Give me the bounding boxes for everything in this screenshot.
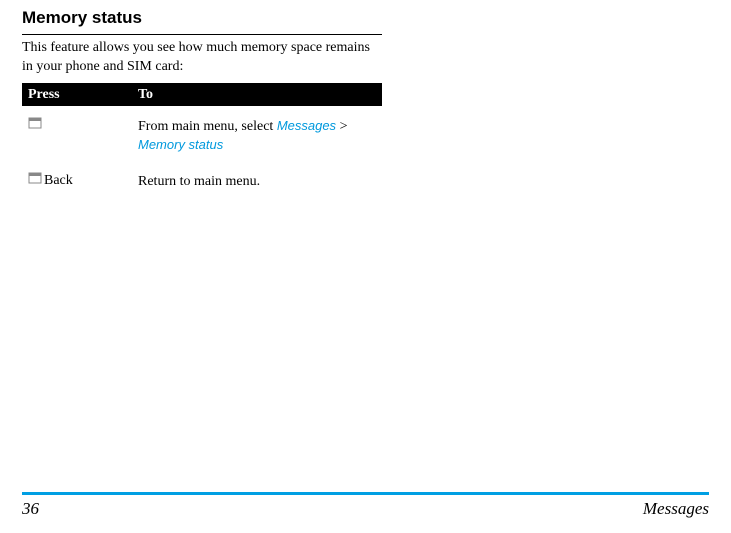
table-row: Back Return to main menu. — [22, 161, 382, 197]
footer-section: Messages — [643, 499, 709, 519]
header-press: Press — [22, 84, 132, 106]
softkey-icon — [28, 117, 42, 134]
to-cell: From main menu, select Messages > Memory… — [132, 114, 382, 159]
separator: > — [336, 119, 347, 134]
section-heading: Memory status — [22, 8, 380, 28]
press-cell — [22, 114, 132, 159]
press-cell: Back — [22, 169, 132, 195]
footer-divider — [22, 492, 709, 495]
memory-status-link: Memory status — [138, 137, 223, 152]
softkey-icon — [28, 172, 42, 189]
footer-row: 36 Messages — [22, 499, 709, 519]
to-cell: Return to main menu. — [132, 169, 382, 195]
heading-divider — [22, 34, 382, 35]
table-header-row: Press To — [22, 84, 382, 106]
table-row: From main menu, select Messages > Memory… — [22, 106, 382, 161]
back-label: Back — [44, 173, 73, 188]
instruction-table: Press To From main menu, select Messages… — [22, 83, 382, 197]
intro-text: This feature allows you see how much mem… — [22, 39, 382, 77]
header-to: To — [132, 84, 382, 106]
to-prefix: From main menu, select — [138, 119, 277, 134]
page-number: 36 — [22, 499, 39, 519]
page-footer: 36 Messages — [0, 492, 731, 519]
messages-link: Messages — [277, 118, 336, 133]
